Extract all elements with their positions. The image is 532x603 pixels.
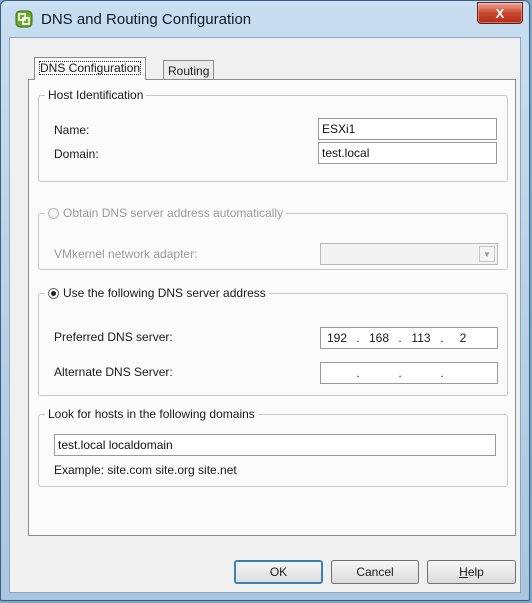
vmkernel-adapter-label: VMkernel network adapter: <box>54 247 198 261</box>
tab-dns-configuration-label: DNS Configuration <box>39 61 142 75</box>
host-identification-group: Host Identification Name: Domain: <box>38 88 508 182</box>
help-mnemonic: H <box>459 565 468 579</box>
dns-auto-legend[interactable]: Obtain DNS server address automatically <box>45 206 286 220</box>
search-domains-group: Look for hosts in the following domains … <box>38 407 508 487</box>
ip-separator: . <box>440 366 444 380</box>
preferred-dns-octet-4[interactable]: 2 <box>447 331 479 345</box>
dns-auto-radio[interactable] <box>48 207 59 219</box>
window-title: DNS and Routing Configuration <box>41 11 252 28</box>
alternate-dns-label: Alternate DNS Server: <box>54 365 173 379</box>
preferred-dns-octet-2[interactable]: 168 <box>363 331 395 345</box>
dialog-window: DNS and Routing Configuration X DNS Conf… <box>0 0 530 601</box>
tab-routing-label: Routing <box>168 64 210 78</box>
domain-field[interactable] <box>318 142 497 164</box>
preferred-dns-octet-3[interactable]: 113 <box>405 331 437 345</box>
dns-manual-label: Use the following DNS server address <box>63 286 266 300</box>
vmkernel-adapter-select[interactable]: ▼ <box>320 243 498 265</box>
ok-button[interactable]: OK <box>234 560 323 584</box>
dns-manual-radio[interactable] <box>48 287 59 299</box>
preferred-dns-field[interactable]: 192 . 168 . 113 . 2 <box>320 327 498 349</box>
tab-dns-configuration[interactable]: DNS Configuration <box>34 57 147 80</box>
vsphere-app-icon <box>15 10 33 28</box>
title-bar[interactable]: DNS and Routing Configuration X <box>1 1 529 37</box>
close-icon: X <box>495 5 505 21</box>
ip-separator: . <box>440 331 444 345</box>
chevron-down-icon: ▼ <box>479 246 495 262</box>
search-domains-field[interactable] <box>54 434 496 456</box>
domain-label: Domain: <box>54 147 99 161</box>
dns-manual-group: Use the following DNS server address Pre… <box>38 286 508 396</box>
dns-configuration-panel: Host Identification Name: Domain: Obtain… <box>28 79 516 536</box>
ip-separator: . <box>398 331 402 345</box>
name-label: Name: <box>54 123 90 137</box>
close-button[interactable]: X <box>477 2 523 24</box>
host-identification-legend: Host Identification <box>48 88 144 102</box>
help-button-label: elp <box>467 565 484 579</box>
ip-separator: . <box>356 366 360 380</box>
cancel-button-label: Cancel <box>356 565 394 579</box>
ok-button-label: OK <box>269 565 288 579</box>
search-domains-legend: Look for hosts in the following domains <box>48 407 255 421</box>
dns-auto-group: Obtain DNS server address automatically … <box>38 206 508 270</box>
preferred-dns-label: Preferred DNS server: <box>54 330 173 344</box>
tab-routing[interactable]: Routing <box>163 60 215 80</box>
dialog-client-area: DNS Configuration Routing Host Identific… <box>9 37 521 593</box>
search-domains-example: Example: site.com site.org site.net <box>54 463 237 477</box>
dns-auto-label: Obtain DNS server address automatically <box>63 206 284 220</box>
help-button[interactable]: Help <box>427 560 516 584</box>
alternate-dns-field[interactable]: . . . <box>320 362 498 384</box>
ip-separator: . <box>356 331 360 345</box>
preferred-dns-octet-1[interactable]: 192 <box>321 331 353 345</box>
ip-separator: . <box>398 366 402 380</box>
dns-manual-legend[interactable]: Use the following DNS server address <box>45 286 269 300</box>
cancel-button[interactable]: Cancel <box>331 560 419 584</box>
name-field[interactable] <box>318 118 497 140</box>
